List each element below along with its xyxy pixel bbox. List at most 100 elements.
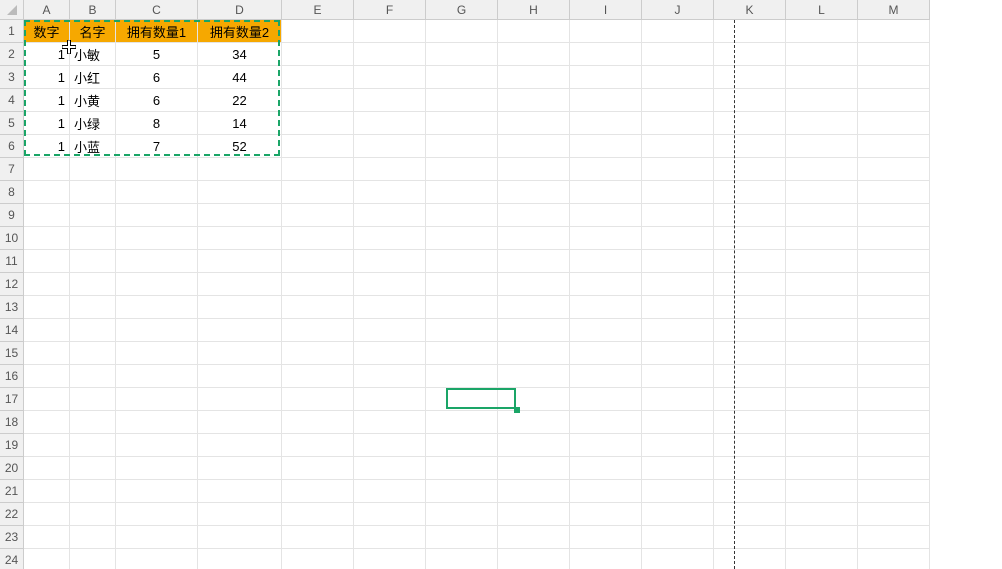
cell-B6[interactable]: 小蓝: [70, 135, 116, 158]
cell-G20[interactable]: [426, 457, 498, 480]
cell-F20[interactable]: [354, 457, 426, 480]
cell-D18[interactable]: [198, 411, 282, 434]
cell-B12[interactable]: [70, 273, 116, 296]
cell-L17[interactable]: [786, 388, 858, 411]
cell-D13[interactable]: [198, 296, 282, 319]
cell-D8[interactable]: [198, 181, 282, 204]
cell-H11[interactable]: [498, 250, 570, 273]
cell-J14[interactable]: [642, 319, 714, 342]
cell-C24[interactable]: [116, 549, 198, 569]
cell-M11[interactable]: [858, 250, 930, 273]
cell-K17[interactable]: [714, 388, 786, 411]
cell-C16[interactable]: [116, 365, 198, 388]
row-header-2[interactable]: 2: [0, 43, 24, 66]
cell-L7[interactable]: [786, 158, 858, 181]
cell-G1[interactable]: [426, 20, 498, 43]
cell-M13[interactable]: [858, 296, 930, 319]
cell-C21[interactable]: [116, 480, 198, 503]
cell-K2[interactable]: [714, 43, 786, 66]
row-header-20[interactable]: 20: [0, 457, 24, 480]
cell-C13[interactable]: [116, 296, 198, 319]
cell-L4[interactable]: [786, 89, 858, 112]
cell-F2[interactable]: [354, 43, 426, 66]
cell-K20[interactable]: [714, 457, 786, 480]
cell-L14[interactable]: [786, 319, 858, 342]
cell-H2[interactable]: [498, 43, 570, 66]
cell-E15[interactable]: [282, 342, 354, 365]
col-header-L[interactable]: L: [786, 0, 858, 20]
cell-M24[interactable]: [858, 549, 930, 569]
cell-B3[interactable]: 小红: [70, 66, 116, 89]
cell-A23[interactable]: [24, 526, 70, 549]
cell-I15[interactable]: [570, 342, 642, 365]
cell-J7[interactable]: [642, 158, 714, 181]
cell-M15[interactable]: [858, 342, 930, 365]
cell-B5[interactable]: 小绿: [70, 112, 116, 135]
cell-J2[interactable]: [642, 43, 714, 66]
cell-L2[interactable]: [786, 43, 858, 66]
cell-H6[interactable]: [498, 135, 570, 158]
cell-C10[interactable]: [116, 227, 198, 250]
cell-M3[interactable]: [858, 66, 930, 89]
cell-H24[interactable]: [498, 549, 570, 569]
cell-K24[interactable]: [714, 549, 786, 569]
cell-L11[interactable]: [786, 250, 858, 273]
row-header-4[interactable]: 4: [0, 89, 24, 112]
cell-C19[interactable]: [116, 434, 198, 457]
cell-G12[interactable]: [426, 273, 498, 296]
cell-M8[interactable]: [858, 181, 930, 204]
cell-F24[interactable]: [354, 549, 426, 569]
cell-K15[interactable]: [714, 342, 786, 365]
cell-J21[interactable]: [642, 480, 714, 503]
row-header-3[interactable]: 3: [0, 66, 24, 89]
cell-G6[interactable]: [426, 135, 498, 158]
cell-D14[interactable]: [198, 319, 282, 342]
row-header-13[interactable]: 13: [0, 296, 24, 319]
cell-H23[interactable]: [498, 526, 570, 549]
cell-E13[interactable]: [282, 296, 354, 319]
cell-A11[interactable]: [24, 250, 70, 273]
cell-A17[interactable]: [24, 388, 70, 411]
col-header-F[interactable]: F: [354, 0, 426, 20]
cell-M9[interactable]: [858, 204, 930, 227]
cell-K16[interactable]: [714, 365, 786, 388]
cell-C9[interactable]: [116, 204, 198, 227]
cell-I24[interactable]: [570, 549, 642, 569]
col-header-M[interactable]: M: [858, 0, 930, 20]
cell-L16[interactable]: [786, 365, 858, 388]
cell-L5[interactable]: [786, 112, 858, 135]
cell-G14[interactable]: [426, 319, 498, 342]
cell-A10[interactable]: [24, 227, 70, 250]
cell-B10[interactable]: [70, 227, 116, 250]
cell-E14[interactable]: [282, 319, 354, 342]
cell-E21[interactable]: [282, 480, 354, 503]
cell-J24[interactable]: [642, 549, 714, 569]
cell-B4[interactable]: 小黄: [70, 89, 116, 112]
cell-F8[interactable]: [354, 181, 426, 204]
cell-H10[interactable]: [498, 227, 570, 250]
cell-L10[interactable]: [786, 227, 858, 250]
cell-H12[interactable]: [498, 273, 570, 296]
cell-L22[interactable]: [786, 503, 858, 526]
cell-C12[interactable]: [116, 273, 198, 296]
cell-D12[interactable]: [198, 273, 282, 296]
cell-A8[interactable]: [24, 181, 70, 204]
cell-C20[interactable]: [116, 457, 198, 480]
cell-H4[interactable]: [498, 89, 570, 112]
cell-I19[interactable]: [570, 434, 642, 457]
cell-L21[interactable]: [786, 480, 858, 503]
cell-L3[interactable]: [786, 66, 858, 89]
cell-F13[interactable]: [354, 296, 426, 319]
cell-A4[interactable]: 1: [24, 89, 70, 112]
cell-F15[interactable]: [354, 342, 426, 365]
cell-I1[interactable]: [570, 20, 642, 43]
cell-C8[interactable]: [116, 181, 198, 204]
row-header-24[interactable]: 24: [0, 549, 24, 569]
cell-C6[interactable]: 7: [116, 135, 198, 158]
row-header-11[interactable]: 11: [0, 250, 24, 273]
col-header-D[interactable]: D: [198, 0, 282, 20]
cell-C4[interactable]: 6: [116, 89, 198, 112]
cell-D22[interactable]: [198, 503, 282, 526]
cell-J11[interactable]: [642, 250, 714, 273]
cell-H18[interactable]: [498, 411, 570, 434]
